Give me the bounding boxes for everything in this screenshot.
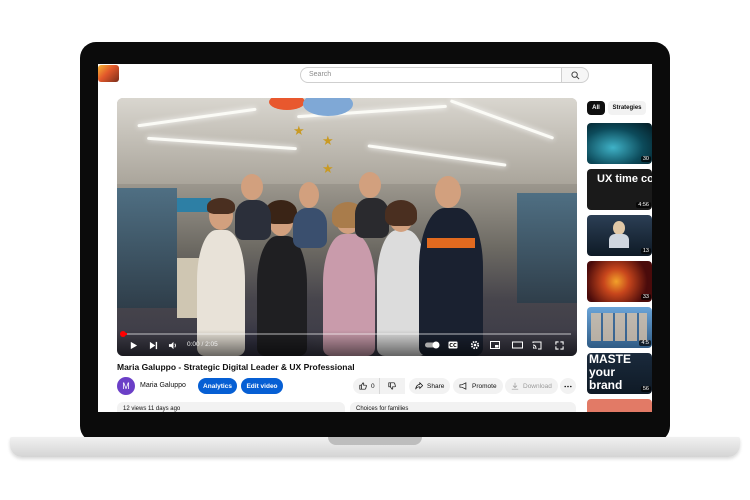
miniplayer-button[interactable]: [489, 339, 501, 351]
captions-icon: CC: [448, 341, 458, 349]
analytics-button[interactable]: Analytics: [198, 378, 237, 394]
play-button[interactable]: [127, 339, 139, 351]
share-label: Share: [427, 382, 445, 390]
channel-avatar[interactable]: M: [117, 377, 135, 395]
download-label: Download: [523, 382, 552, 390]
theater-icon: [511, 341, 523, 349]
thumbnail-title: MASTE your brand: [589, 353, 631, 392]
like-count: 0: [371, 382, 375, 390]
jersey-stripe: [427, 238, 475, 248]
search-icon: [570, 70, 579, 79]
play-icon: [130, 341, 137, 349]
captions-button[interactable]: CC: [447, 339, 459, 351]
video-player[interactable]: ★ ★ ★ 0:00 / 2:05 CC: [117, 98, 577, 356]
search-button[interactable]: [561, 67, 589, 83]
settings-button[interactable]: [469, 339, 481, 351]
person: [235, 200, 271, 240]
star-decoration: ★: [322, 133, 334, 148]
library-shelf: [117, 188, 177, 308]
related-video-thumbnail[interactable]: 33: [587, 261, 652, 302]
svg-text:CC: CC: [449, 343, 457, 349]
download-icon: [511, 382, 519, 390]
related-video-thumbnail[interactable]: MASTE your brand 56: [587, 353, 652, 394]
star-decoration: ★: [293, 123, 305, 138]
speaker-head: [613, 221, 625, 235]
video-duration: 30: [640, 156, 651, 162]
view-stats: 12 views 11 days ago: [123, 406, 181, 412]
share-button[interactable]: Share: [409, 378, 451, 394]
video-duration: 13: [640, 248, 651, 254]
miniplayer-icon: [490, 341, 500, 349]
cast-button[interactable]: [531, 339, 543, 351]
library-sign: [177, 198, 211, 212]
speaker-body: [609, 234, 629, 248]
chip-strategies[interactable]: Strategies: [608, 101, 646, 115]
volume-button[interactable]: [167, 339, 179, 351]
next-icon: [149, 341, 157, 349]
video-duration: 4:56: [636, 202, 651, 208]
related-video-thumbnail[interactable]: 13: [587, 215, 652, 256]
volume-icon: [168, 341, 176, 349]
person-hair: [207, 198, 235, 214]
video-duration: 4:5: [639, 340, 651, 346]
person-head: [359, 172, 381, 198]
related-video-thumbnail[interactable]: 30: [587, 123, 652, 164]
video-duration: 33: [640, 294, 651, 300]
channel-name[interactable]: Maria Galuppo: [140, 382, 186, 389]
download-button[interactable]: Download: [505, 378, 558, 394]
toggle-icon: [425, 341, 440, 349]
person: [293, 208, 327, 248]
more-actions-button[interactable]: [560, 378, 576, 394]
laptop-notch: [328, 437, 422, 445]
video-call-grid: [591, 313, 647, 341]
comments-hint: Choices for families: [356, 406, 409, 412]
dislike-button[interactable]: [379, 378, 403, 394]
search-input[interactable]: Search: [300, 67, 562, 83]
video-duration: 56: [640, 386, 651, 392]
autoplay-toggle[interactable]: [425, 339, 441, 351]
thumbs-up-icon: [359, 382, 367, 390]
progress-scrubber[interactable]: [120, 331, 126, 337]
star-decoration: ★: [322, 161, 334, 176]
person-head: [241, 174, 263, 200]
more-icon: [564, 385, 572, 387]
thumbnail-title: UX time conference: [597, 173, 652, 185]
gear-icon: [470, 340, 480, 350]
theater-mode-button[interactable]: [511, 339, 523, 351]
video-title: Maria Galuppo - Strategic Digital Leader…: [117, 362, 355, 372]
related-video-thumbnail[interactable]: UX time conference 4:56: [587, 169, 652, 210]
related-video-thumbnail[interactable]: [587, 399, 652, 412]
channel-logo[interactable]: [98, 65, 119, 82]
next-button[interactable]: [147, 339, 159, 351]
edit-video-button[interactable]: Edit video: [241, 378, 283, 394]
chip-all[interactable]: All: [587, 101, 605, 115]
person-head: [435, 176, 461, 208]
person-hair: [385, 200, 417, 226]
youtube-screen: Search ★ ★ ★ 0:00 / 2:05 CC Maria Galupp…: [98, 64, 652, 412]
promote-button[interactable]: Promote: [453, 378, 503, 394]
related-video-thumbnail[interactable]: 4:5: [587, 307, 652, 348]
fullscreen-button[interactable]: [553, 339, 565, 351]
share-icon: [415, 382, 423, 390]
progress-bar[interactable]: [123, 333, 571, 335]
promote-label: Promote: [472, 382, 497, 390]
library-shelf: [517, 193, 577, 303]
fullscreen-icon: [554, 340, 564, 350]
megaphone-icon: [459, 382, 467, 390]
cast-icon: [532, 341, 542, 349]
thumbs-down-icon: [387, 382, 396, 390]
comments-teaser[interactable]: Choices for families: [350, 402, 576, 412]
time-display: 0:00 / 2:05: [187, 341, 218, 348]
video-description[interactable]: 12 views 11 days ago: [117, 402, 345, 412]
person: [355, 198, 389, 238]
person-head: [299, 182, 319, 208]
